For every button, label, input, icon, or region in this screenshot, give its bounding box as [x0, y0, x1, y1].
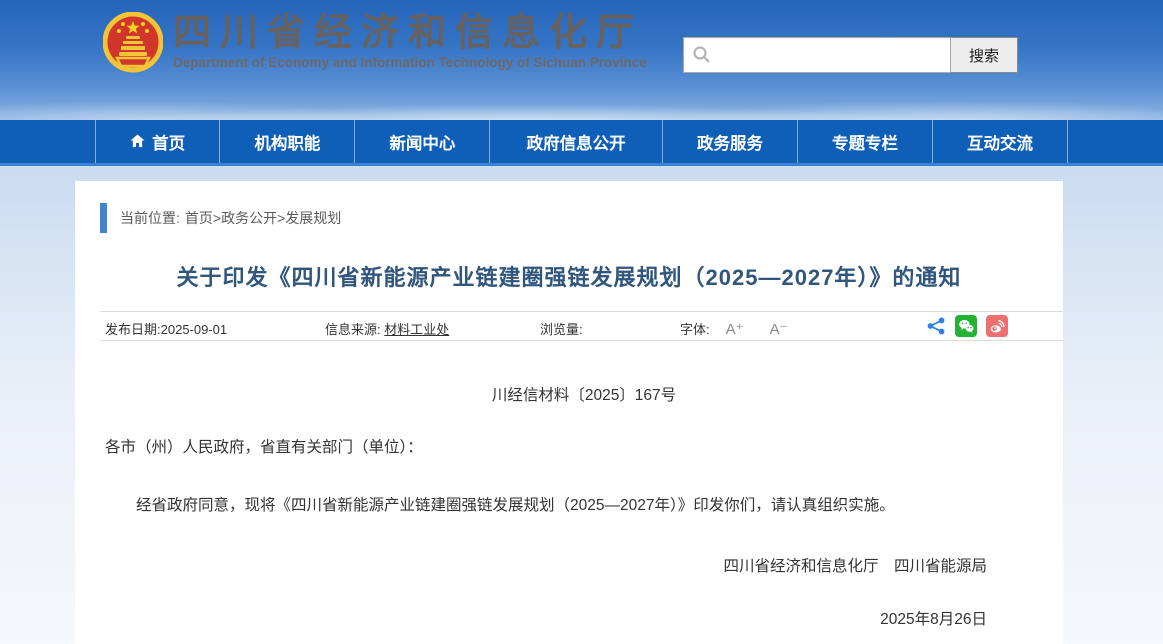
nav-item-label: 专题专栏 — [832, 130, 898, 154]
search-area: 搜索 — [683, 37, 1018, 73]
document-salutation: 各市（州）人民政府，省直有关部门（单位）： — [105, 435, 1063, 457]
breadcrumb-link-gov-open[interactable]: 政务公开 — [221, 208, 277, 228]
wechat-share-button[interactable] — [955, 315, 977, 337]
document-number: 川经信材料〔2025〕167号 — [105, 383, 1063, 405]
main-nav-inner: 首页 机构职能 新闻中心 政府信息公开 政务服务 专题专栏 互动交流 — [95, 120, 1068, 163]
document-paragraph: 经省政府同意，现将《四川省新能源产业链建圈强链发展规划（2025—2027年）》… — [105, 493, 1063, 515]
search-input[interactable] — [683, 37, 951, 73]
info-source-link[interactable]: 材料工业处 — [384, 322, 449, 337]
breadcrumb-separator: > — [277, 210, 285, 226]
nav-item-org[interactable]: 机构职能 — [219, 120, 354, 163]
home-icon — [130, 134, 145, 148]
national-emblem-icon — [103, 12, 163, 74]
breadcrumb-accent-bar — [100, 203, 107, 233]
publish-date: 发布日期:2025-09-01 — [105, 319, 227, 338]
share-nodes-icon — [926, 317, 946, 335]
search-icon — [692, 45, 712, 65]
site-title-en: Department of Economy and Information Te… — [173, 55, 647, 70]
document-date: 2025年8月26日 — [105, 607, 1063, 629]
font-increase-button[interactable]: A⁺ — [726, 321, 744, 338]
nav-item-topics[interactable]: 专题专栏 — [797, 120, 932, 163]
nav-item-interaction[interactable]: 互动交流 — [932, 120, 1068, 163]
page: { "header": { "site_name_cn": "四川省经济和信息化… — [0, 0, 1163, 644]
nav-item-gov-info[interactable]: 政府信息公开 — [489, 120, 662, 163]
view-count: 浏览量: — [540, 319, 583, 338]
nav-item-services[interactable]: 政务服务 — [662, 120, 797, 163]
nav-item-news[interactable]: 新闻中心 — [354, 120, 489, 163]
search-button[interactable]: 搜索 — [951, 37, 1018, 73]
nav-item-label: 互动交流 — [967, 130, 1033, 154]
breadcrumb: 当前位置: 首页 > 政务公开 > 发展规划 — [75, 181, 1063, 233]
font-decrease-button[interactable]: A⁻ — [770, 321, 788, 338]
weibo-share-button[interactable] — [986, 315, 1008, 337]
nav-item-label: 新闻中心 — [389, 130, 455, 154]
site-title-block: 四川省经济和信息化厅 Department of Economy and Inf… — [173, 12, 647, 70]
nav-item-home[interactable]: 首页 — [95, 120, 219, 163]
nav-item-label: 首页 — [152, 130, 185, 154]
article-meta-bar: 发布日期:2025-09-01 信息来源: 材料工业处 浏览量: 字体: A⁺ A⁻ — [100, 311, 1063, 341]
nav-item-label: 机构职能 — [254, 130, 320, 154]
document-body: 川经信材料〔2025〕167号 各市（州）人民政府，省直有关部门（单位）： 经省… — [105, 383, 1063, 629]
document-signature: 四川省经济和信息化厅 四川省能源局 — [105, 554, 1063, 576]
nav-item-label: 政府信息公开 — [527, 130, 626, 154]
wechat-icon — [957, 317, 975, 335]
info-source-label: 信息来源: — [325, 322, 381, 337]
content-panel: 当前位置: 首页 > 政务公开 > 发展规划 关于印发《四川省新能源产业链建圈强… — [75, 181, 1063, 644]
breadcrumb-link-dev-plan[interactable]: 发展规划 — [285, 208, 341, 228]
main-nav: 首页 机构职能 新闻中心 政府信息公开 政务服务 专题专栏 互动交流 — [0, 120, 1163, 166]
site-banner: 四川省经济和信息化厅 Department of Economy and Inf… — [0, 0, 1163, 120]
breadcrumb-separator: > — [213, 210, 221, 226]
site-title-cn: 四川省经济和信息化厅 — [173, 12, 647, 54]
view-count-label: 浏览量: — [540, 322, 583, 337]
info-source: 信息来源: 材料工业处 — [325, 319, 449, 338]
site-brand: 四川省经济和信息化厅 Department of Economy and Inf… — [103, 12, 647, 74]
publish-date-value: 2025-09-01 — [161, 322, 228, 337]
font-size-label: 字体: — [680, 322, 710, 337]
font-size-control: 字体: A⁺ A⁻ — [680, 319, 788, 338]
search-input-wrap — [683, 37, 951, 73]
nav-item-label: 政务服务 — [697, 130, 763, 154]
share-button[interactable] — [926, 317, 946, 335]
publish-date-label: 发布日期: — [105, 322, 161, 337]
article-title: 关于印发《四川省新能源产业链建圈强链发展规划（2025—2027年）》的通知 — [75, 260, 1063, 292]
breadcrumb-link-home[interactable]: 首页 — [185, 208, 213, 228]
weibo-icon — [988, 317, 1006, 335]
breadcrumb-trail: 当前位置: 首页 > 政务公开 > 发展规划 — [120, 208, 341, 228]
share-buttons — [926, 315, 1008, 337]
breadcrumb-label: 当前位置: — [120, 208, 180, 228]
